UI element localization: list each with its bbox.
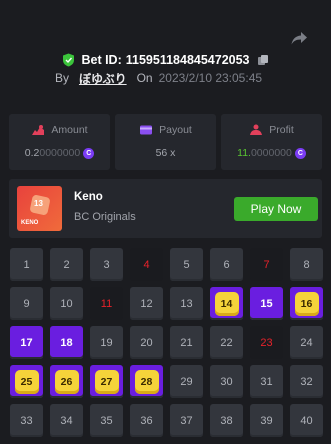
- keno-cell-22: 22: [210, 326, 243, 359]
- keno-cell-35: 35: [90, 404, 123, 437]
- game-name: Keno: [74, 191, 103, 203]
- keno-cell-13: 13: [170, 287, 203, 320]
- author-row: By ぼゆぶり On 2023/2/10 23:05:45: [0, 69, 331, 87]
- bet-date: 2023/2/10 23:05:45: [158, 71, 263, 85]
- keno-cell-12: 12: [130, 287, 163, 320]
- shield-icon: [62, 53, 75, 67]
- keno-cell-38: 38: [210, 404, 243, 437]
- stat-payout-label: Payout: [159, 124, 192, 136]
- keno-cell-19: 19: [90, 326, 123, 359]
- stat-payout-value: 56 x: [155, 147, 176, 159]
- keno-cell-40: 40: [290, 404, 323, 437]
- bet-id-label: Bet ID:: [81, 53, 122, 67]
- keno-cell-4: 4: [130, 248, 163, 281]
- username-link[interactable]: ぼゆぶり: [79, 70, 127, 87]
- keno-cell-15: 15: [250, 287, 283, 320]
- keno-cell-14: 14: [210, 287, 243, 320]
- on-label: On: [136, 71, 153, 85]
- stat-profit-value: 11.: [237, 147, 251, 159]
- stat-amount: Amount 0.2 0000000 C: [9, 114, 110, 170]
- keno-cell-32: 32: [290, 365, 323, 398]
- stat-amount-label: Amount: [51, 124, 88, 136]
- thumb-number: 13: [34, 199, 43, 208]
- by-label: By: [54, 71, 69, 85]
- keno-cell-31: 31: [250, 365, 283, 398]
- keno-cell-1: 1: [10, 248, 43, 281]
- bet-id-value: 115951184845472053: [125, 53, 250, 67]
- bet-stats: Amount 0.2 0000000 C Payout 56 x Profit 1…: [9, 114, 322, 170]
- hit-gem-icon: 16: [294, 291, 319, 316]
- keno-grid: 1 2 3 4 5 6 7 8 9 10 11 12 13 14 15 16 17 18 19 20 21 22 23 24 2…: [8, 245, 324, 444]
- keno-cell-29: 29: [170, 365, 203, 398]
- keno-cell-5: 5: [170, 248, 203, 281]
- game-thumbnail[interactable]: 13 KENO: [17, 186, 62, 231]
- hit-gem-icon: 28: [134, 369, 159, 394]
- keno-cell-27: 27: [90, 365, 123, 398]
- share-icon[interactable]: [290, 29, 308, 47]
- stat-profit: Profit 11. 0000000 C: [221, 114, 322, 170]
- keno-cell-11: 11: [90, 287, 123, 320]
- keno-cell-36: 36: [130, 404, 163, 437]
- keno-cell-34: 34: [50, 404, 83, 437]
- thumb-label: KENO: [21, 220, 39, 226]
- amount-icon: [32, 125, 45, 135]
- keno-cell-8: 8: [290, 248, 323, 281]
- payout-icon: [140, 125, 153, 135]
- profit-icon: [250, 124, 263, 135]
- keno-cell-18: 18: [50, 326, 83, 359]
- hit-gem-icon: 26: [54, 369, 79, 394]
- keno-cell-9: 9: [10, 287, 43, 320]
- play-now-button[interactable]: Play Now: [234, 197, 318, 221]
- copy-icon[interactable]: [257, 54, 269, 66]
- keno-cell-6: 6: [210, 248, 243, 281]
- keno-cell-21: 21: [170, 326, 203, 359]
- stat-amount-value: 0.2: [24, 147, 40, 159]
- stat-payout: Payout 56 x: [115, 114, 216, 170]
- keno-cell-16: 16: [290, 287, 323, 320]
- keno-cell-25: 25: [10, 365, 43, 398]
- coin-icon: C: [83, 147, 95, 159]
- keno-cell-39: 39: [250, 404, 283, 437]
- game-card: 13 KENO Keno BC Originals Play Now: [9, 179, 322, 238]
- keno-cell-3: 3: [90, 248, 123, 281]
- keno-cell-7: 7: [250, 248, 283, 281]
- stat-profit-value-decimals: 0000000: [250, 147, 292, 159]
- bet-id-row: Bet ID: 115951184845472053: [0, 51, 331, 69]
- keno-cell-2: 2: [50, 248, 83, 281]
- hit-gem-icon: 27: [94, 369, 119, 394]
- keno-cell-10: 10: [50, 287, 83, 320]
- keno-cell-24: 24: [290, 326, 323, 359]
- keno-cell-26: 26: [50, 365, 83, 398]
- keno-cell-28: 28: [130, 365, 163, 398]
- keno-cell-20: 20: [130, 326, 163, 359]
- game-provider: BC Originals: [74, 211, 136, 223]
- keno-cell-30: 30: [210, 365, 243, 398]
- keno-cell-37: 37: [170, 404, 203, 437]
- hit-gem-icon: 25: [14, 369, 39, 394]
- stat-profit-label: Profit: [269, 124, 294, 136]
- keno-cell-33: 33: [10, 404, 43, 437]
- keno-cell-23: 23: [250, 326, 283, 359]
- hit-gem-icon: 14: [214, 291, 239, 316]
- coin-icon: C: [294, 147, 306, 159]
- keno-cell-17: 17: [10, 326, 43, 359]
- stat-amount-value-decimals: 0000000: [39, 147, 81, 159]
